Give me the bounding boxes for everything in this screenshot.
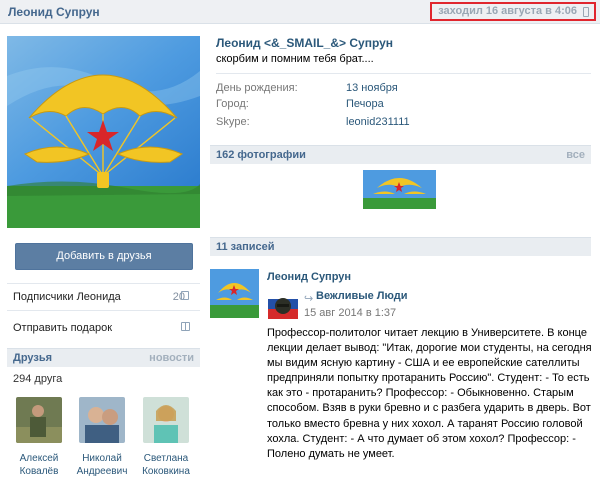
subscribers-label: Подписчики Леонида (13, 291, 121, 303)
friends-header[interactable]: Друзья новости (7, 348, 200, 367)
last-seen-text: заходил 16 августа в 4:06 (438, 5, 577, 17)
mobile-phone-icon (583, 6, 589, 17)
info-label-skype: Skype: (216, 116, 250, 128)
friends-title: Друзья (13, 352, 53, 364)
divider (7, 310, 200, 311)
photos-header[interactable]: 162 фотографии все (210, 145, 591, 164)
photos-title: 162 фотографии (216, 149, 306, 161)
wall-title: 11 записей (216, 241, 275, 253)
last-seen-status: заходил 16 августа в 4:06 (430, 2, 596, 21)
divider (7, 283, 200, 284)
friend-avatar (79, 397, 125, 443)
photo-thumbnail[interactable] (363, 170, 436, 209)
friend-avatar (16, 397, 62, 443)
photos-all-link[interactable]: все (566, 146, 585, 164)
top-bar: Леонид Супрун заходил 16 августа в 4:06 (0, 0, 600, 24)
repost-icon: ↪ (304, 293, 314, 305)
friend-last-name: Коковкина (142, 466, 190, 477)
info-value-city[interactable]: Печора (346, 98, 384, 110)
post-author-avatar[interactable] (210, 269, 259, 318)
subscribers-link[interactable]: Подписчики Леонида 20 (13, 291, 193, 303)
profile-avatar[interactable] (7, 36, 200, 228)
wall-header[interactable]: 11 записей (210, 237, 591, 256)
friend-first-name: Алексей (19, 453, 59, 464)
post-date[interactable]: 15 авг 2014 в 1:37 (304, 307, 396, 319)
repost-source-name[interactable]: Вежливые Люди (316, 290, 408, 302)
gift-icon (181, 322, 190, 331)
friend-item[interactable]: Николай Андреевич (72, 397, 132, 478)
divider (216, 73, 591, 74)
header-name[interactable]: Леонид Супрун (8, 5, 100, 19)
friend-last-name: Андреевич (76, 466, 128, 477)
airborne-flag-icon (7, 36, 200, 228)
subscribers-icon (181, 291, 189, 300)
friend-last-name: Ковалёв (19, 466, 59, 477)
friend-first-name: Светлана (143, 453, 189, 464)
friend-item[interactable]: Алексей Ковалёв (9, 397, 69, 478)
post-author-name[interactable]: Леонид Супрун (267, 271, 351, 283)
info-label-birthday: День рождения: (216, 82, 298, 94)
friend-first-name: Николай (82, 453, 122, 464)
repost-source-avatar[interactable] (268, 289, 298, 319)
friend-item[interactable]: Светлана Коковкина (136, 397, 196, 478)
info-value-skype[interactable]: leonid231111 (346, 116, 410, 128)
post-text: Профессор-политолог читает лекцию в Унив… (267, 327, 592, 460)
friends-count: 294 друга (13, 373, 63, 385)
profile-full-name: Леонид <&_SMAIL_&> Супрун (216, 36, 394, 50)
info-value-birthday[interactable]: 13 ноября (346, 82, 398, 94)
info-label-city: Город: (216, 98, 249, 110)
friends-news-link[interactable]: новости (149, 349, 194, 367)
profile-status[interactable]: скорбим и помним тебя брат.... (216, 53, 374, 65)
send-gift-link[interactable]: Отправить подарок (13, 322, 112, 334)
add-friend-button[interactable]: Добавить в друзья (15, 243, 193, 270)
friend-avatar (143, 397, 189, 443)
